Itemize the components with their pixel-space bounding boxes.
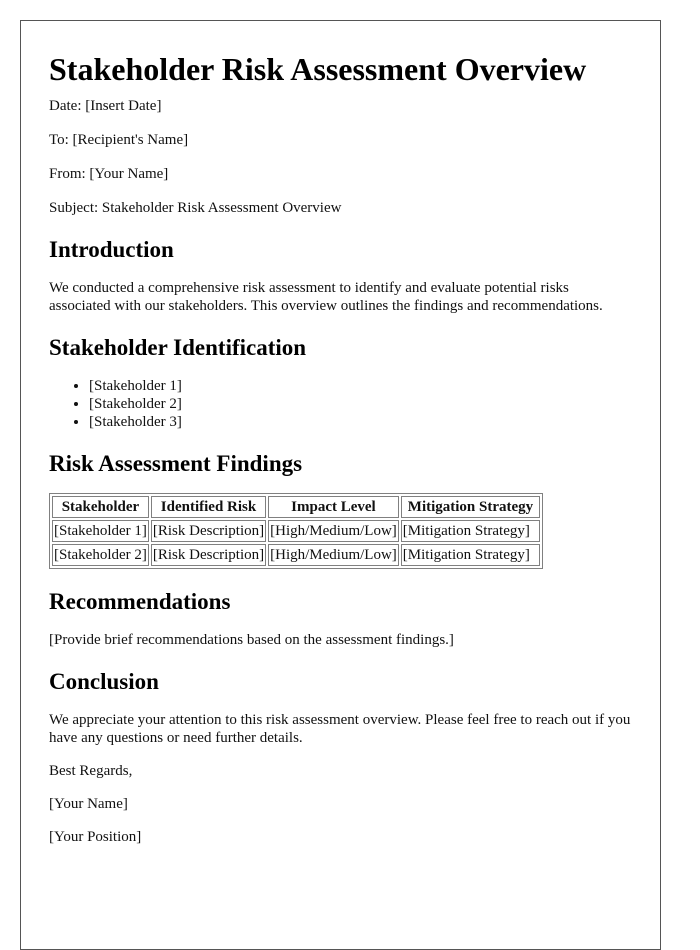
table-cell: [High/Medium/Low] bbox=[268, 544, 399, 566]
table-row: [Stakeholder 1] [Risk Description] [High… bbox=[52, 520, 541, 542]
recommendations-heading: Recommendations bbox=[49, 589, 231, 614]
letter-page: Stakeholder Risk Assessment Overview Dat… bbox=[20, 20, 661, 950]
table-cell: [Risk Description] bbox=[150, 544, 267, 566]
table-cell: [Risk Description] bbox=[150, 520, 267, 542]
column-header: Mitigation Strategy bbox=[400, 496, 541, 518]
conclusion-heading: Conclusion bbox=[49, 669, 159, 694]
identification-heading: Stakeholder Identification bbox=[49, 335, 307, 360]
introduction-text: We conducted a comprehensive risk assess… bbox=[49, 280, 603, 314]
table-cell: [Mitigation Strategy] bbox=[400, 544, 541, 566]
column-header: Identified Risk bbox=[150, 496, 267, 518]
recommendations-text: [Provide brief recommendations based on … bbox=[49, 632, 454, 648]
page-title: Stakeholder Risk Assessment Overview bbox=[49, 51, 587, 87]
signature-position: [Your Position] bbox=[49, 829, 142, 845]
from-line: From: [Your Name] bbox=[49, 166, 169, 182]
subject-line: Subject: Stakeholder Risk Assessment Ove… bbox=[49, 200, 342, 216]
list-item: [Stakeholder 2] bbox=[89, 395, 632, 413]
to-line: To: [Recipient's Name] bbox=[49, 132, 189, 148]
table-cell: [Mitigation Strategy] bbox=[400, 520, 541, 542]
findings-heading: Risk Assessment Findings bbox=[49, 451, 303, 476]
table-cell: [Stakeholder 1] bbox=[52, 520, 149, 542]
introduction-heading: Introduction bbox=[49, 237, 174, 262]
list-item: [Stakeholder 1] bbox=[89, 377, 632, 395]
closing-salutation: Best Regards, bbox=[49, 763, 133, 779]
letter-header: Date: [Insert Date] To: [Recipient's Nam… bbox=[49, 97, 632, 217]
signature-name: [Your Name] bbox=[49, 796, 128, 812]
date-line: Date: [Insert Date] bbox=[49, 98, 162, 114]
table-cell: [Stakeholder 2] bbox=[52, 544, 149, 566]
list-item: [Stakeholder 3] bbox=[89, 413, 632, 431]
column-header: Stakeholder bbox=[52, 496, 149, 518]
table-header-row: Stakeholder Identified Risk Impact Level… bbox=[52, 496, 541, 518]
findings-table: Stakeholder Identified Risk Impact Level… bbox=[49, 493, 544, 569]
column-header: Impact Level bbox=[268, 496, 399, 518]
stakeholder-list: [Stakeholder 1] [Stakeholder 2] [Stakeho… bbox=[49, 377, 632, 431]
table-cell: [High/Medium/Low] bbox=[268, 520, 399, 542]
conclusion-text: We appreciate your attention to this ris… bbox=[49, 712, 631, 746]
table-row: [Stakeholder 2] [Risk Description] [High… bbox=[52, 544, 541, 566]
